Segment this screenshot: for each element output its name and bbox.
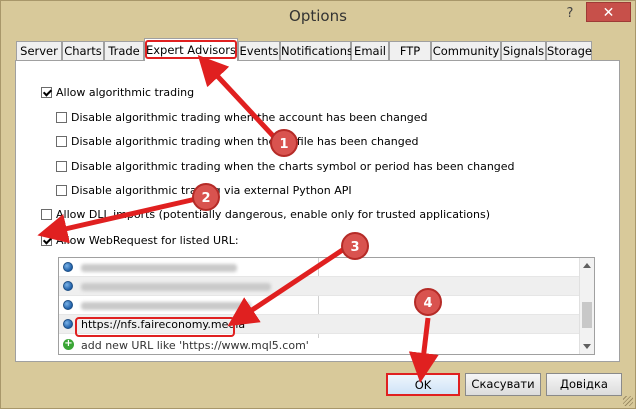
allow-webrequest-checkbox[interactable] — [41, 235, 52, 246]
tab-charts[interactable]: Charts — [62, 41, 104, 60]
allow-algo-trading-row[interactable]: Allow algorithmic trading — [41, 86, 194, 102]
globe-icon — [63, 262, 73, 272]
allow-webrequest-label: Allow WebRequest for listed URL: — [56, 234, 239, 247]
disable-on-chart-checkbox[interactable] — [56, 161, 67, 172]
add-icon: + — [63, 338, 74, 350]
title-bar[interactable]: Options ? ✕ — [1, 1, 635, 31]
help-title-button[interactable]: ? — [558, 5, 582, 23]
url-highlight — [75, 317, 235, 337]
allow-dll-row[interactable]: Allow DLL imports (potentially dangerous… — [41, 208, 490, 224]
blurred-url-text — [81, 283, 271, 291]
tab-trade[interactable]: Trade — [104, 41, 144, 60]
resize-grip-icon[interactable] — [623, 396, 633, 406]
disable-on-account-row[interactable]: Disable algorithmic trading when the acc… — [56, 111, 428, 127]
tab-highlight — [145, 40, 237, 59]
disable-on-profile-label: Disable algorithmic trading when the pro… — [71, 135, 419, 148]
globe-icon — [63, 281, 73, 291]
disable-python-api-checkbox[interactable] — [56, 185, 67, 196]
url-entry-row[interactable] — [59, 277, 581, 296]
dialog-title: Options — [289, 7, 347, 25]
disable-on-profile-row[interactable]: Disable algorithmic trading when the pro… — [56, 135, 418, 151]
tab-events[interactable]: Events — [238, 41, 280, 60]
help-button[interactable]: Довідка — [546, 373, 622, 396]
scroll-up-icon[interactable] — [583, 263, 591, 268]
blurred-url-text — [81, 264, 237, 272]
url-list-scrollbar[interactable] — [579, 258, 594, 354]
globe-icon — [63, 300, 73, 310]
allow-algo-trading-label: Allow algorithmic trading — [56, 86, 195, 99]
url-entry-row[interactable] — [59, 296, 581, 315]
allow-algo-trading-checkbox[interactable] — [41, 87, 52, 98]
disable-on-chart-row[interactable]: Disable algorithmic trading when the cha… — [56, 160, 515, 176]
url-entry-row[interactable] — [59, 258, 581, 277]
url-list[interactable]: https://nfs.faireconomy.media + add new … — [58, 257, 595, 355]
tab-ftp[interactable]: FTP — [389, 41, 431, 60]
tab-storage[interactable]: Storage — [546, 41, 592, 60]
disable-python-api-label: Disable algorithmic trading via external… — [71, 184, 352, 197]
close-button[interactable]: ✕ — [586, 2, 631, 22]
cancel-button[interactable]: Скасувати — [465, 373, 541, 396]
blurred-url-text — [81, 302, 251, 310]
add-url-row[interactable]: + add new URL like 'https://www.mql5.com… — [59, 336, 581, 355]
tab-notifications[interactable]: Notifications — [280, 41, 353, 60]
options-dialog: Options ? ✕ Server Charts Trade Expert A… — [0, 0, 636, 409]
globe-icon — [63, 319, 73, 329]
add-url-hint: add new URL like 'https://www.mql5.com' — [81, 339, 309, 352]
disable-python-api-row[interactable]: Disable algorithmic trading via external… — [56, 184, 352, 200]
scroll-down-icon[interactable] — [583, 344, 591, 349]
tab-email[interactable]: Email — [351, 41, 389, 60]
allow-dll-checkbox[interactable] — [41, 209, 52, 220]
disable-on-profile-checkbox[interactable] — [56, 136, 67, 147]
disable-on-account-label: Disable algorithmic trading when the acc… — [71, 111, 428, 124]
tab-server[interactable]: Server — [16, 41, 62, 60]
disable-on-chart-label: Disable algorithmic trading when the cha… — [71, 160, 515, 173]
ok-button[interactable]: OK — [386, 373, 460, 396]
scroll-thumb[interactable] — [582, 302, 592, 328]
allow-webrequest-row[interactable]: Allow WebRequest for listed URL: — [41, 234, 239, 250]
tab-signals[interactable]: Signals — [501, 41, 546, 60]
tab-community[interactable]: Community — [431, 41, 501, 60]
allow-dll-label: Allow DLL imports (potentially dangerous… — [56, 208, 491, 221]
disable-on-account-checkbox[interactable] — [56, 112, 67, 123]
